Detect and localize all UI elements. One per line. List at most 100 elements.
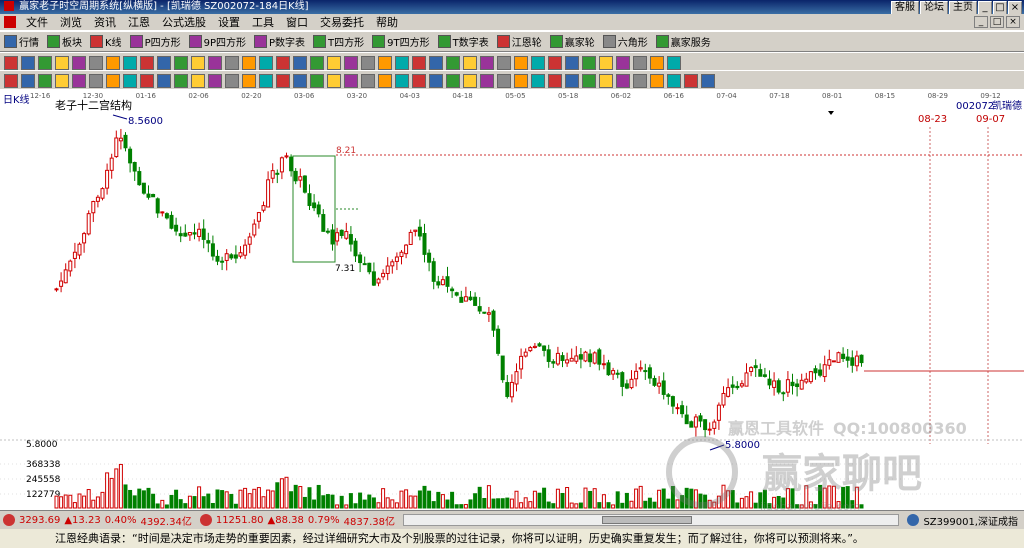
drawing-tool-icon[interactable] (106, 55, 120, 70)
drawing-tool-icon[interactable] (429, 55, 443, 70)
index-sh[interactable]: 3293.69 ▲13.23 0.40% 4392.34亿 (3, 513, 192, 528)
analysis-tool-icon[interactable] (412, 73, 426, 88)
drawing-tool-icon[interactable] (276, 55, 290, 70)
close-button[interactable]: × (1008, 1, 1022, 15)
drawing-tool-icon[interactable] (123, 55, 137, 70)
toolbar-button-7[interactable]: 9T四方形 (372, 34, 430, 49)
analysis-tool-icon[interactable] (531, 73, 545, 88)
drawing-tool-icon[interactable] (480, 55, 494, 70)
analysis-tool-icon[interactable] (667, 73, 681, 88)
doc-minimize-button[interactable]: _ (974, 16, 988, 28)
drawing-tool-icon[interactable] (38, 55, 52, 70)
drawing-tool-icon[interactable] (616, 55, 630, 70)
kline-chart[interactable]: 12-16 12-30 01-16 02-06 02-20 03-06 03-20 04-03… (0, 89, 1024, 513)
menu-window[interactable]: 窗口 (280, 14, 314, 30)
analysis-tool-icon[interactable] (208, 73, 222, 88)
drawing-tool-icon[interactable] (208, 55, 222, 70)
analysis-tool-icon[interactable] (599, 73, 613, 88)
drawing-tool-icon[interactable] (378, 55, 392, 70)
maximize-button[interactable]: □ (993, 1, 1007, 15)
toolbar-button-1[interactable]: 板块 (47, 34, 82, 49)
toolbar-button-11[interactable]: 六角形 (602, 34, 648, 49)
doc-close-button[interactable]: × (1006, 16, 1020, 28)
drawing-tool-icon[interactable] (89, 55, 103, 70)
analysis-tool-icon[interactable] (123, 73, 137, 88)
analysis-tool-icon[interactable] (395, 73, 409, 88)
toolbar-button-6[interactable]: T四方形 (313, 34, 364, 49)
analysis-tool-icon[interactable] (259, 73, 273, 88)
menu-formula[interactable]: 公式选股 (156, 14, 212, 30)
drawing-tool-icon[interactable] (361, 55, 375, 70)
menu-settings[interactable]: 设置 (212, 14, 246, 30)
drawing-tool-icon[interactable] (242, 55, 256, 70)
drawing-tool-icon[interactable] (327, 55, 341, 70)
drawing-tool-icon[interactable] (310, 55, 324, 70)
analysis-tool-icon[interactable] (140, 73, 154, 88)
analysis-tool-icon[interactable] (72, 73, 86, 88)
drawing-tool-icon[interactable] (344, 55, 358, 70)
forum-link[interactable]: 论坛 (920, 1, 948, 15)
menu-help[interactable]: 帮助 (370, 14, 404, 30)
drawing-tool-icon[interactable] (514, 55, 528, 70)
drawing-tool-icon[interactable] (599, 55, 613, 70)
analysis-tool-icon[interactable] (565, 73, 579, 88)
minimize-button[interactable]: _ (978, 1, 992, 15)
analysis-tool-icon[interactable] (446, 73, 460, 88)
toolbar-button-0[interactable]: 行情 (4, 34, 39, 49)
analysis-tool-icon[interactable] (38, 73, 52, 88)
drawing-tool-icon[interactable] (72, 55, 86, 70)
drawing-tool-icon[interactable] (55, 55, 69, 70)
analysis-tool-icon[interactable] (344, 73, 358, 88)
service-link[interactable]: 客服 (891, 1, 919, 15)
drawing-tool-icon[interactable] (259, 55, 273, 70)
toolbar-button-12[interactable]: 赢家服务 (655, 34, 711, 49)
analysis-tool-icon[interactable] (310, 73, 324, 88)
drawing-tool-icon[interactable] (446, 55, 460, 70)
drawing-tool-icon[interactable] (4, 55, 18, 70)
analysis-tool-icon[interactable] (174, 73, 188, 88)
toolbar-button-2[interactable]: K线 (90, 34, 122, 49)
analysis-tool-icon[interactable] (327, 73, 341, 88)
toolbar-button-8[interactable]: T数字表 (437, 34, 489, 49)
menu-browse[interactable]: 浏览 (54, 14, 88, 30)
homepage-link[interactable]: 主页 (949, 1, 977, 15)
drawing-tool-icon[interactable] (582, 55, 596, 70)
toolbar-button-5[interactable]: P数字表 (254, 34, 305, 49)
index-sz[interactable]: 11251.80 ▲88.38 0.79% 4837.38亿 (199, 513, 395, 528)
drawing-tool-icon[interactable] (633, 55, 647, 70)
analysis-tool-icon[interactable] (276, 73, 290, 88)
analysis-tool-icon[interactable] (378, 73, 392, 88)
analysis-tool-icon[interactable] (4, 73, 18, 88)
analysis-tool-icon[interactable] (497, 73, 511, 88)
analysis-tool-icon[interactable] (55, 73, 69, 88)
analysis-tool-icon[interactable] (701, 73, 715, 88)
analysis-tool-icon[interactable] (633, 73, 647, 88)
analysis-tool-icon[interactable] (157, 73, 171, 88)
analysis-tool-icon[interactable] (463, 73, 477, 88)
analysis-tool-icon[interactable] (616, 73, 630, 88)
menu-tools[interactable]: 工具 (246, 14, 280, 30)
analysis-tool-icon[interactable] (242, 73, 256, 88)
toolbar-button-3[interactable]: P四方形 (129, 34, 181, 49)
drawing-tool-icon[interactable] (225, 55, 239, 70)
analysis-tool-icon[interactable] (191, 73, 205, 88)
drawing-tool-icon[interactable] (140, 55, 154, 70)
analysis-tool-icon[interactable] (21, 73, 35, 88)
analysis-tool-icon[interactable] (293, 73, 307, 88)
drawing-tool-icon[interactable] (191, 55, 205, 70)
analysis-tool-icon[interactable] (582, 73, 596, 88)
menu-gann[interactable]: 江恩 (122, 14, 156, 30)
drawing-tool-icon[interactable] (463, 55, 477, 70)
analysis-tool-icon[interactable] (106, 73, 120, 88)
drawing-tool-icon[interactable] (174, 55, 188, 70)
toolbar-button-4[interactable]: 9P四方形 (188, 34, 246, 49)
analysis-tool-icon[interactable] (548, 73, 562, 88)
drawing-tool-icon[interactable] (565, 55, 579, 70)
drawing-tool-icon[interactable] (548, 55, 562, 70)
analysis-tool-icon[interactable] (650, 73, 664, 88)
drawing-tool-icon[interactable] (497, 55, 511, 70)
menu-trade[interactable]: 交易委托 (314, 14, 370, 30)
toolbar-button-9[interactable]: 江恩轮 (496, 34, 542, 49)
drawing-tool-icon[interactable] (667, 55, 681, 70)
drawing-tool-icon[interactable] (157, 55, 171, 70)
